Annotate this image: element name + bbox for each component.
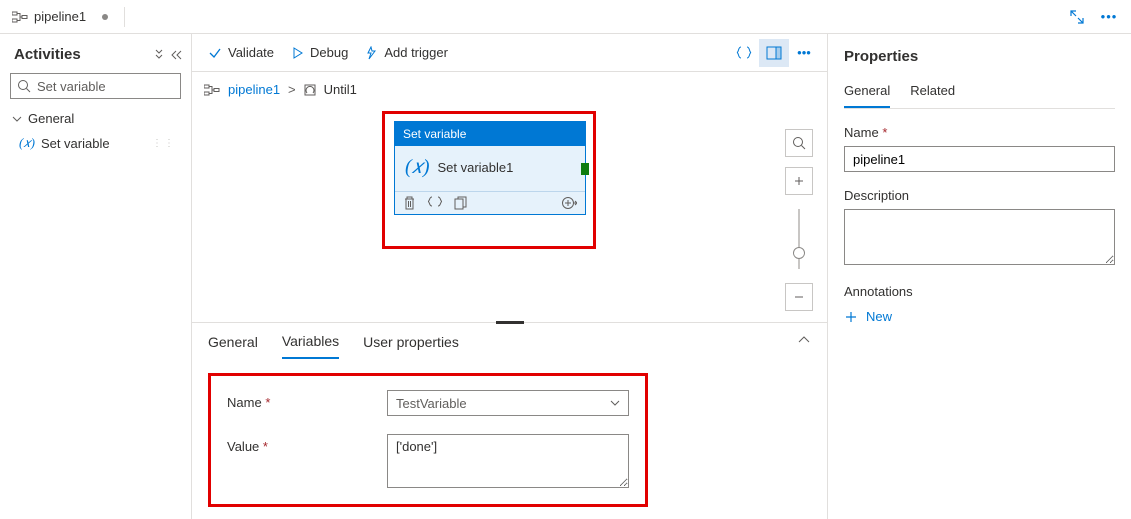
variables-form: Name * TestVariable Value * ['done'] [208, 373, 648, 507]
delete-icon[interactable] [403, 196, 416, 210]
zoom-slider[interactable] [798, 209, 800, 269]
activities-title: Activities [14, 46, 81, 63]
tab-divider [124, 7, 125, 27]
prop-desc-input[interactable] [844, 209, 1115, 265]
prop-name-label: Name * [844, 125, 1115, 140]
success-connector-handle[interactable] [581, 163, 589, 175]
prop-annotations-label: Annotations [844, 284, 1115, 299]
variable-name-value: TestVariable [396, 396, 467, 411]
editor-tab-strip: pipeline1 ••• [0, 0, 1131, 34]
pipeline-icon [12, 10, 28, 24]
variable-icon: (𝑥) [19, 135, 35, 151]
zoom-in-button[interactable] [785, 167, 813, 195]
collapse-left-icon[interactable] [171, 49, 183, 61]
debug-button[interactable]: Debug [282, 41, 356, 64]
variable-icon: (𝑥) [405, 156, 429, 179]
plus-icon [844, 310, 858, 324]
zoom-thumb[interactable] [793, 247, 805, 259]
fit-to-screen-button[interactable] [785, 129, 813, 157]
pipeline-icon [204, 84, 220, 96]
debug-label: Debug [310, 45, 348, 60]
breadcrumb-root[interactable]: pipeline1 [228, 82, 280, 97]
breadcrumb-child: Until1 [324, 82, 357, 97]
activities-panel: Activities General (𝑥) Set variable ⋮⋮ [0, 34, 192, 519]
tab-user-properties[interactable]: User properties [363, 334, 459, 358]
variable-value-text: ['done'] [396, 439, 437, 454]
code-icon[interactable] [428, 196, 442, 210]
collapse-panel-icon[interactable] [797, 335, 811, 345]
zoom-controls [785, 129, 813, 311]
add-annotation-button[interactable]: New [844, 309, 1115, 324]
activities-search[interactable] [10, 73, 181, 99]
variable-name-select[interactable]: TestVariable [387, 390, 629, 416]
chevron-down-icon [610, 398, 620, 408]
breadcrumb-sep: > [288, 82, 296, 97]
activities-search-input[interactable] [31, 79, 213, 94]
tab-title: pipeline1 [34, 9, 86, 24]
category-general[interactable]: General [8, 107, 183, 130]
tab-variables[interactable]: Variables [282, 333, 339, 359]
variable-value-input[interactable]: ['done'] [387, 434, 629, 488]
json-view-button[interactable] [729, 39, 759, 67]
more-icon[interactable]: ••• [1099, 7, 1119, 27]
properties-toggle-button[interactable] [759, 39, 789, 67]
name-label: Name * [227, 390, 387, 410]
validate-button[interactable]: Validate [200, 41, 282, 64]
add-annotation-label: New [866, 309, 892, 324]
chevron-down-icon [12, 114, 22, 124]
prop-desc-label: Description [844, 188, 1115, 203]
breadcrumb: pipeline1 > Until1 [192, 72, 827, 101]
add-output-icon[interactable] [561, 196, 577, 210]
expand-icon[interactable] [1067, 7, 1087, 27]
activity-name: Set variable1 [437, 160, 513, 175]
bottom-panel: General Variables User properties Name *… [192, 322, 827, 519]
ptab-related[interactable]: Related [910, 79, 955, 108]
activity-footer [395, 191, 585, 214]
add-trigger-button[interactable]: Add trigger [356, 41, 456, 64]
collapse-down-icon[interactable] [153, 49, 165, 61]
category-label: General [28, 111, 74, 126]
zoom-out-button[interactable] [785, 283, 813, 311]
search-icon [17, 79, 31, 93]
design-canvas[interactable]: Set variable (𝑥) Set variable1 [192, 101, 827, 322]
unsaved-indicator-icon [102, 14, 108, 20]
toolbar-more-button[interactable]: ••• [789, 39, 819, 67]
value-label: Value * [227, 434, 387, 454]
drag-handle-icon: ⋮⋮ [152, 138, 176, 149]
activity-type-header: Set variable [395, 122, 585, 146]
tab-general[interactable]: General [208, 334, 258, 358]
properties-title: Properties [844, 48, 1115, 65]
activity-template-set-variable[interactable]: (𝑥) Set variable ⋮⋮ [8, 130, 183, 156]
pipeline-tab[interactable]: pipeline1 [0, 0, 120, 33]
ptab-general[interactable]: General [844, 79, 890, 108]
canvas-area: Validate Debug Add trigger ••• pipeline1 [192, 34, 828, 519]
validate-label: Validate [228, 45, 274, 60]
pipeline-toolbar: Validate Debug Add trigger ••• [192, 34, 827, 72]
add-trigger-label: Add trigger [384, 45, 448, 60]
prop-name-input[interactable] [844, 146, 1115, 172]
activity-template-label: Set variable [41, 136, 110, 151]
copy-icon[interactable] [454, 196, 467, 210]
activity-card-set-variable[interactable]: Set variable (𝑥) Set variable1 [394, 121, 586, 215]
properties-panel: Properties General Related Name * Descri… [828, 34, 1131, 519]
until-icon [304, 84, 316, 96]
